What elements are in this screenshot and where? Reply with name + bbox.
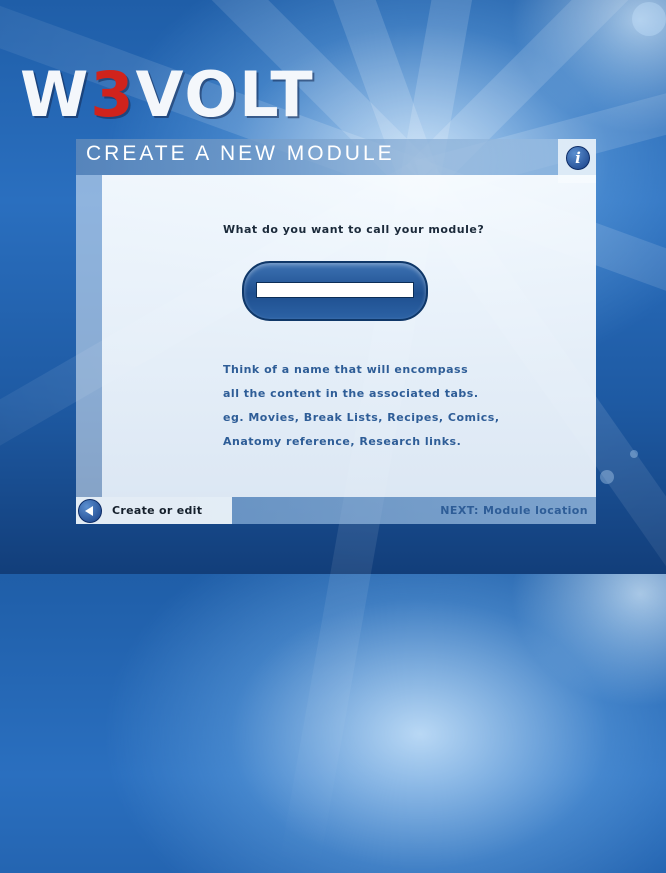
panel-footer: Create or edit NEXT: Module location bbox=[76, 497, 596, 524]
logo-text-3: 3 bbox=[90, 58, 136, 131]
logo-text-w: W bbox=[20, 58, 91, 131]
panel-header: CREATE A NEW MODULE bbox=[76, 139, 596, 175]
hint-line: Anatomy reference, Research links. bbox=[223, 435, 462, 448]
hint-line: Think of a name that will encompass bbox=[223, 363, 469, 376]
info-icon[interactable]: i bbox=[566, 146, 590, 170]
back-button[interactable]: Create or edit bbox=[76, 497, 232, 524]
bokeh-light bbox=[600, 470, 614, 484]
module-name-question: What do you want to call your module? bbox=[223, 223, 485, 236]
hint-line: eg. Movies, Break Lists, Recipes, Comics… bbox=[223, 411, 500, 424]
panel-content: What do you want to call your module? Th… bbox=[102, 175, 596, 497]
create-module-panel: CREATE A NEW MODULE i What do you want t… bbox=[76, 139, 596, 524]
page-title: CREATE A NEW MODULE bbox=[86, 142, 395, 165]
module-name-field-frame bbox=[242, 261, 428, 321]
logo-text-volt: VOLT bbox=[135, 58, 315, 131]
back-arrow-icon[interactable] bbox=[78, 499, 102, 523]
next-link[interactable]: NEXT: Module location bbox=[440, 504, 588, 517]
app-logo: W3VOLT bbox=[20, 60, 315, 130]
hint-line: all the content in the associated tabs. bbox=[223, 387, 479, 400]
back-button-label: Create or edit bbox=[112, 504, 203, 517]
bokeh-light bbox=[632, 2, 666, 36]
module-name-input[interactable] bbox=[256, 282, 414, 298]
bokeh-light bbox=[630, 450, 638, 458]
